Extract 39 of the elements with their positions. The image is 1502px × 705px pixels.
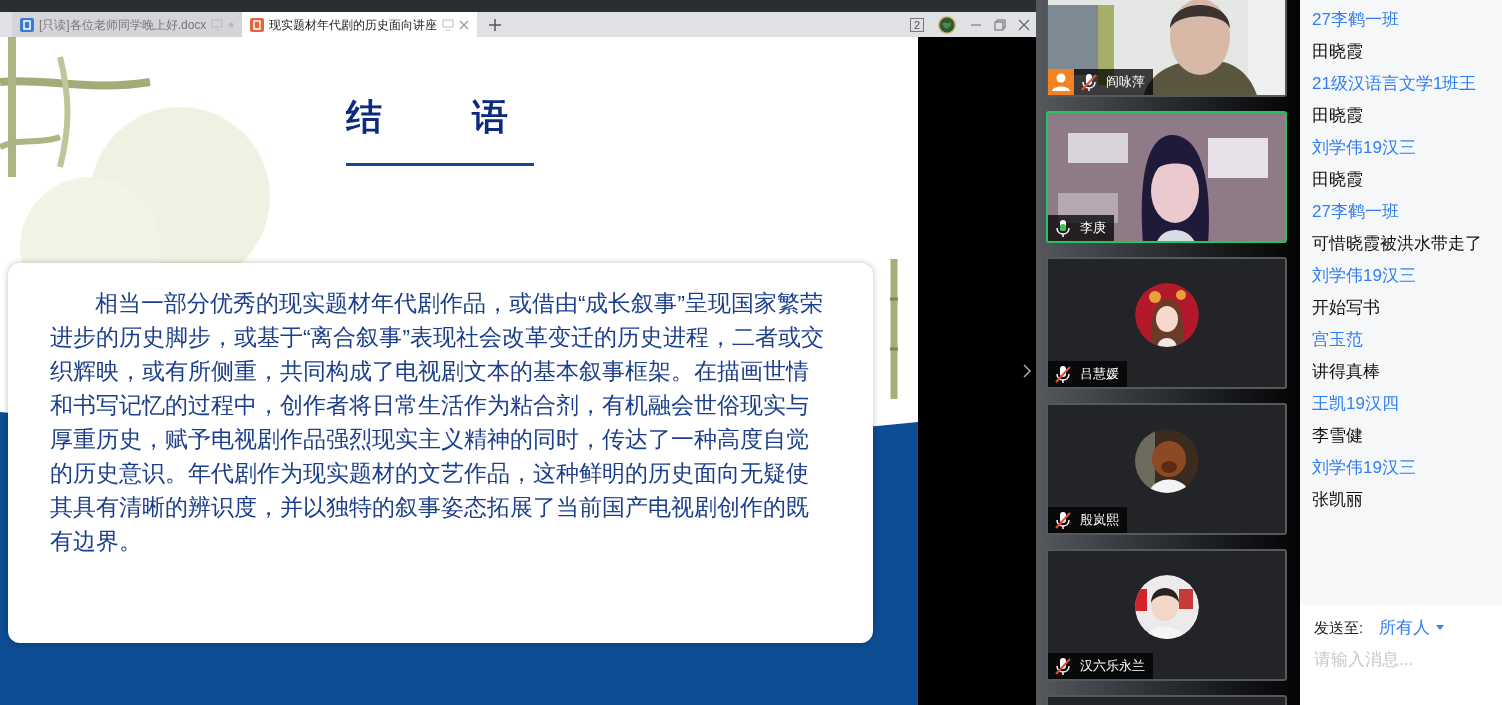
chat-sender: 王凯19汉四: [1312, 393, 1400, 415]
send-to-label: 发送至:: [1314, 617, 1364, 638]
participant-name: 汉六乐永兰: [1080, 657, 1145, 676]
plus-icon[interactable]: [489, 18, 502, 31]
participant-name: 阎咏萍: [1106, 73, 1145, 92]
caret-icon: [1436, 625, 1445, 631]
chat-message: 田晓霞: [1312, 105, 1364, 127]
slides-icon: [250, 17, 265, 32]
chat-message: 可惜晓霞被洪水带走了: [1312, 233, 1483, 255]
chat-sender: 21级汉语言文学1班王: [1312, 73, 1478, 95]
recipient-dropdown[interactable]: 所有人: [1379, 615, 1445, 641]
close-icon[interactable]: [1018, 18, 1030, 31]
window-count-badge[interactable]: 2: [909, 17, 924, 32]
participant-name: 吕慧媛: [1080, 365, 1119, 384]
slide-paragraph: 相当一部分优秀的现实题材年代剧作品，或借由“成长叙事”呈现国家繁荣进步的历史脚步，或基于“离合叙事”表现社会改革变迁的历史进程，二者或交织辉映，或有所侧重，共同构成了电视剧文本的基本叙事框架。在描画世情和书写记忆的过程中，创作者将日常生活作为粘合剂，有机融会世俗现实与厚重历史，赋予电视剧作品强烈现实主义精神的同时，传达了一种高度自觉的历史意识。年代剧作为现实题材的文艺作品，这种鲜明的历史面向无疑使其具有清晰的辨识度，并以独特的叙事姿态拓展了当前国产电视剧创作的既有边界。: [50, 290, 825, 556]
dot-icon: [228, 21, 235, 28]
restore-icon[interactable]: [994, 18, 1006, 31]
doc-icon: [20, 17, 34, 32]
slide-title: 结 语: [346, 95, 508, 139]
close-icon[interactable]: [459, 19, 470, 30]
chat-sender: 27李鹤一班: [1312, 201, 1400, 223]
monitor-icon: [442, 18, 455, 31]
chat-message: 开始写书: [1312, 297, 1381, 319]
chat-sender: 刘学伟19汉三: [1312, 137, 1417, 159]
chevron-right-icon[interactable]: [1022, 363, 1032, 379]
chat-message: 李雪健: [1312, 425, 1364, 447]
globe-avatar-icon[interactable]: [938, 15, 956, 34]
chat-sender: 刘学伟19汉三: [1312, 265, 1417, 287]
chat-message: 田晓霞: [1312, 169, 1364, 191]
chat-sender: 宫玉范: [1312, 329, 1364, 351]
chat-message: 讲得真棒: [1312, 361, 1381, 383]
chat-message: 张凯丽: [1312, 489, 1364, 511]
chat-sender: 27李鹤一班: [1312, 9, 1400, 31]
participant-name: 李庚: [1080, 219, 1106, 238]
tab[interactable]: 现实题材年代剧的历史面向讲座: [242, 12, 478, 37]
participant-name: 殷岚熙: [1080, 511, 1119, 530]
tab[interactable]: [只读]各位老师同学晚上好.docx: [12, 12, 243, 37]
chat-message: 田晓霞: [1312, 41, 1364, 63]
chat-sender: 刘学伟19汉三: [1312, 457, 1417, 479]
